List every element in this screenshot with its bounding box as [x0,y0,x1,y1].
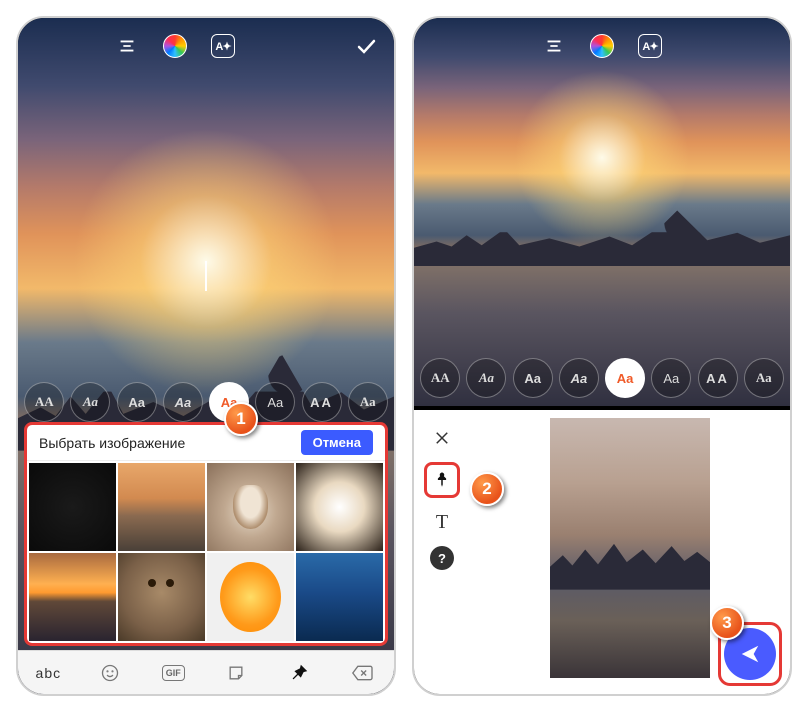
backspace-icon[interactable] [348,659,376,687]
gif-icon[interactable]: GIF [159,659,187,687]
image-picker-header: Выбрать изображение Отмена [27,425,385,461]
font-chip-wide[interactable]: AA [302,382,342,422]
font-chip-bold[interactable]: Aa [117,382,157,422]
font-style-row: AA Aa Aa Aa Aa Aa AA Аа [18,382,394,422]
font-style-row: AA Aa Aa Aa Aa Aa AA Аа [414,358,790,398]
keyboard-accessory-row: abc GIF [18,650,394,694]
callout-badge-1: 1 [224,402,258,436]
text-effects-icon[interactable]: A✦ [209,32,237,60]
align-icon[interactable] [540,32,568,60]
image-picker-title: Выбрать изображение [39,435,185,451]
callout-badge-2: 2 [470,472,504,506]
screenshot-right: A✦ AA Aa Aa Aa Aa Aa AA Аа T ? [412,16,792,696]
send-arrow-icon [739,643,761,665]
font-chip-bold-italic[interactable]: Aa [163,382,203,422]
image-grid [27,461,385,643]
color-wheel-icon[interactable] [588,32,616,60]
pin-icon[interactable] [285,659,313,687]
image-thumb[interactable] [29,463,116,551]
abc-key[interactable]: abc [36,665,62,681]
image-thumb[interactable] [296,463,383,551]
image-thumb[interactable] [118,553,205,641]
font-chip-rounded[interactable]: Aa [605,358,645,398]
font-chip-serif[interactable]: AA [24,382,64,422]
font-chip-script[interactable]: Aa [70,382,110,422]
sticker-icon[interactable] [222,659,250,687]
text-effects-icon[interactable]: A✦ [636,32,664,60]
image-thumb[interactable] [118,463,205,551]
editor-tool-column: T ? [414,410,470,694]
align-icon[interactable] [113,32,141,60]
font-chip-serif[interactable]: AA [420,358,460,398]
font-chip-light[interactable]: Aa [651,358,691,398]
text-cursor[interactable] [205,261,207,291]
image-thumb[interactable] [207,553,294,641]
screenshot-left: A✦ AA Aa Aa Aa Aa Aa AA Аа Выбрать изобр… [16,16,396,696]
callout-badge-3: 3 [710,606,744,640]
image-thumb[interactable] [29,553,116,641]
font-chip-wide[interactable]: AA [698,358,738,398]
emoji-icon[interactable] [96,659,124,687]
image-thumb[interactable] [207,463,294,551]
cancel-button[interactable]: Отмена [301,430,373,455]
font-chip-slab[interactable]: Аа [348,382,388,422]
font-chip-bold[interactable]: Aa [513,358,553,398]
selected-image-preview[interactable] [550,418,710,678]
font-chip-slab[interactable]: Аа [744,358,784,398]
pin-tool-icon[interactable] [424,462,460,498]
text-toolbar: A✦ [18,32,394,60]
story-canvas[interactable] [414,18,790,406]
story-background-image [414,18,790,406]
font-chip-script[interactable]: Aa [466,358,506,398]
help-icon[interactable]: ? [430,546,454,570]
image-picker-panel: Выбрать изображение Отмена [24,422,388,646]
confirm-icon[interactable] [352,32,380,60]
font-chip-bold-italic[interactable]: Aa [559,358,599,398]
color-wheel-icon[interactable] [161,32,189,60]
font-chip-light[interactable]: Aa [255,382,295,422]
image-thumb[interactable] [296,553,383,641]
text-toolbar: A✦ [414,32,790,60]
close-icon[interactable] [424,420,460,456]
text-tool-icon[interactable]: T [424,504,460,540]
